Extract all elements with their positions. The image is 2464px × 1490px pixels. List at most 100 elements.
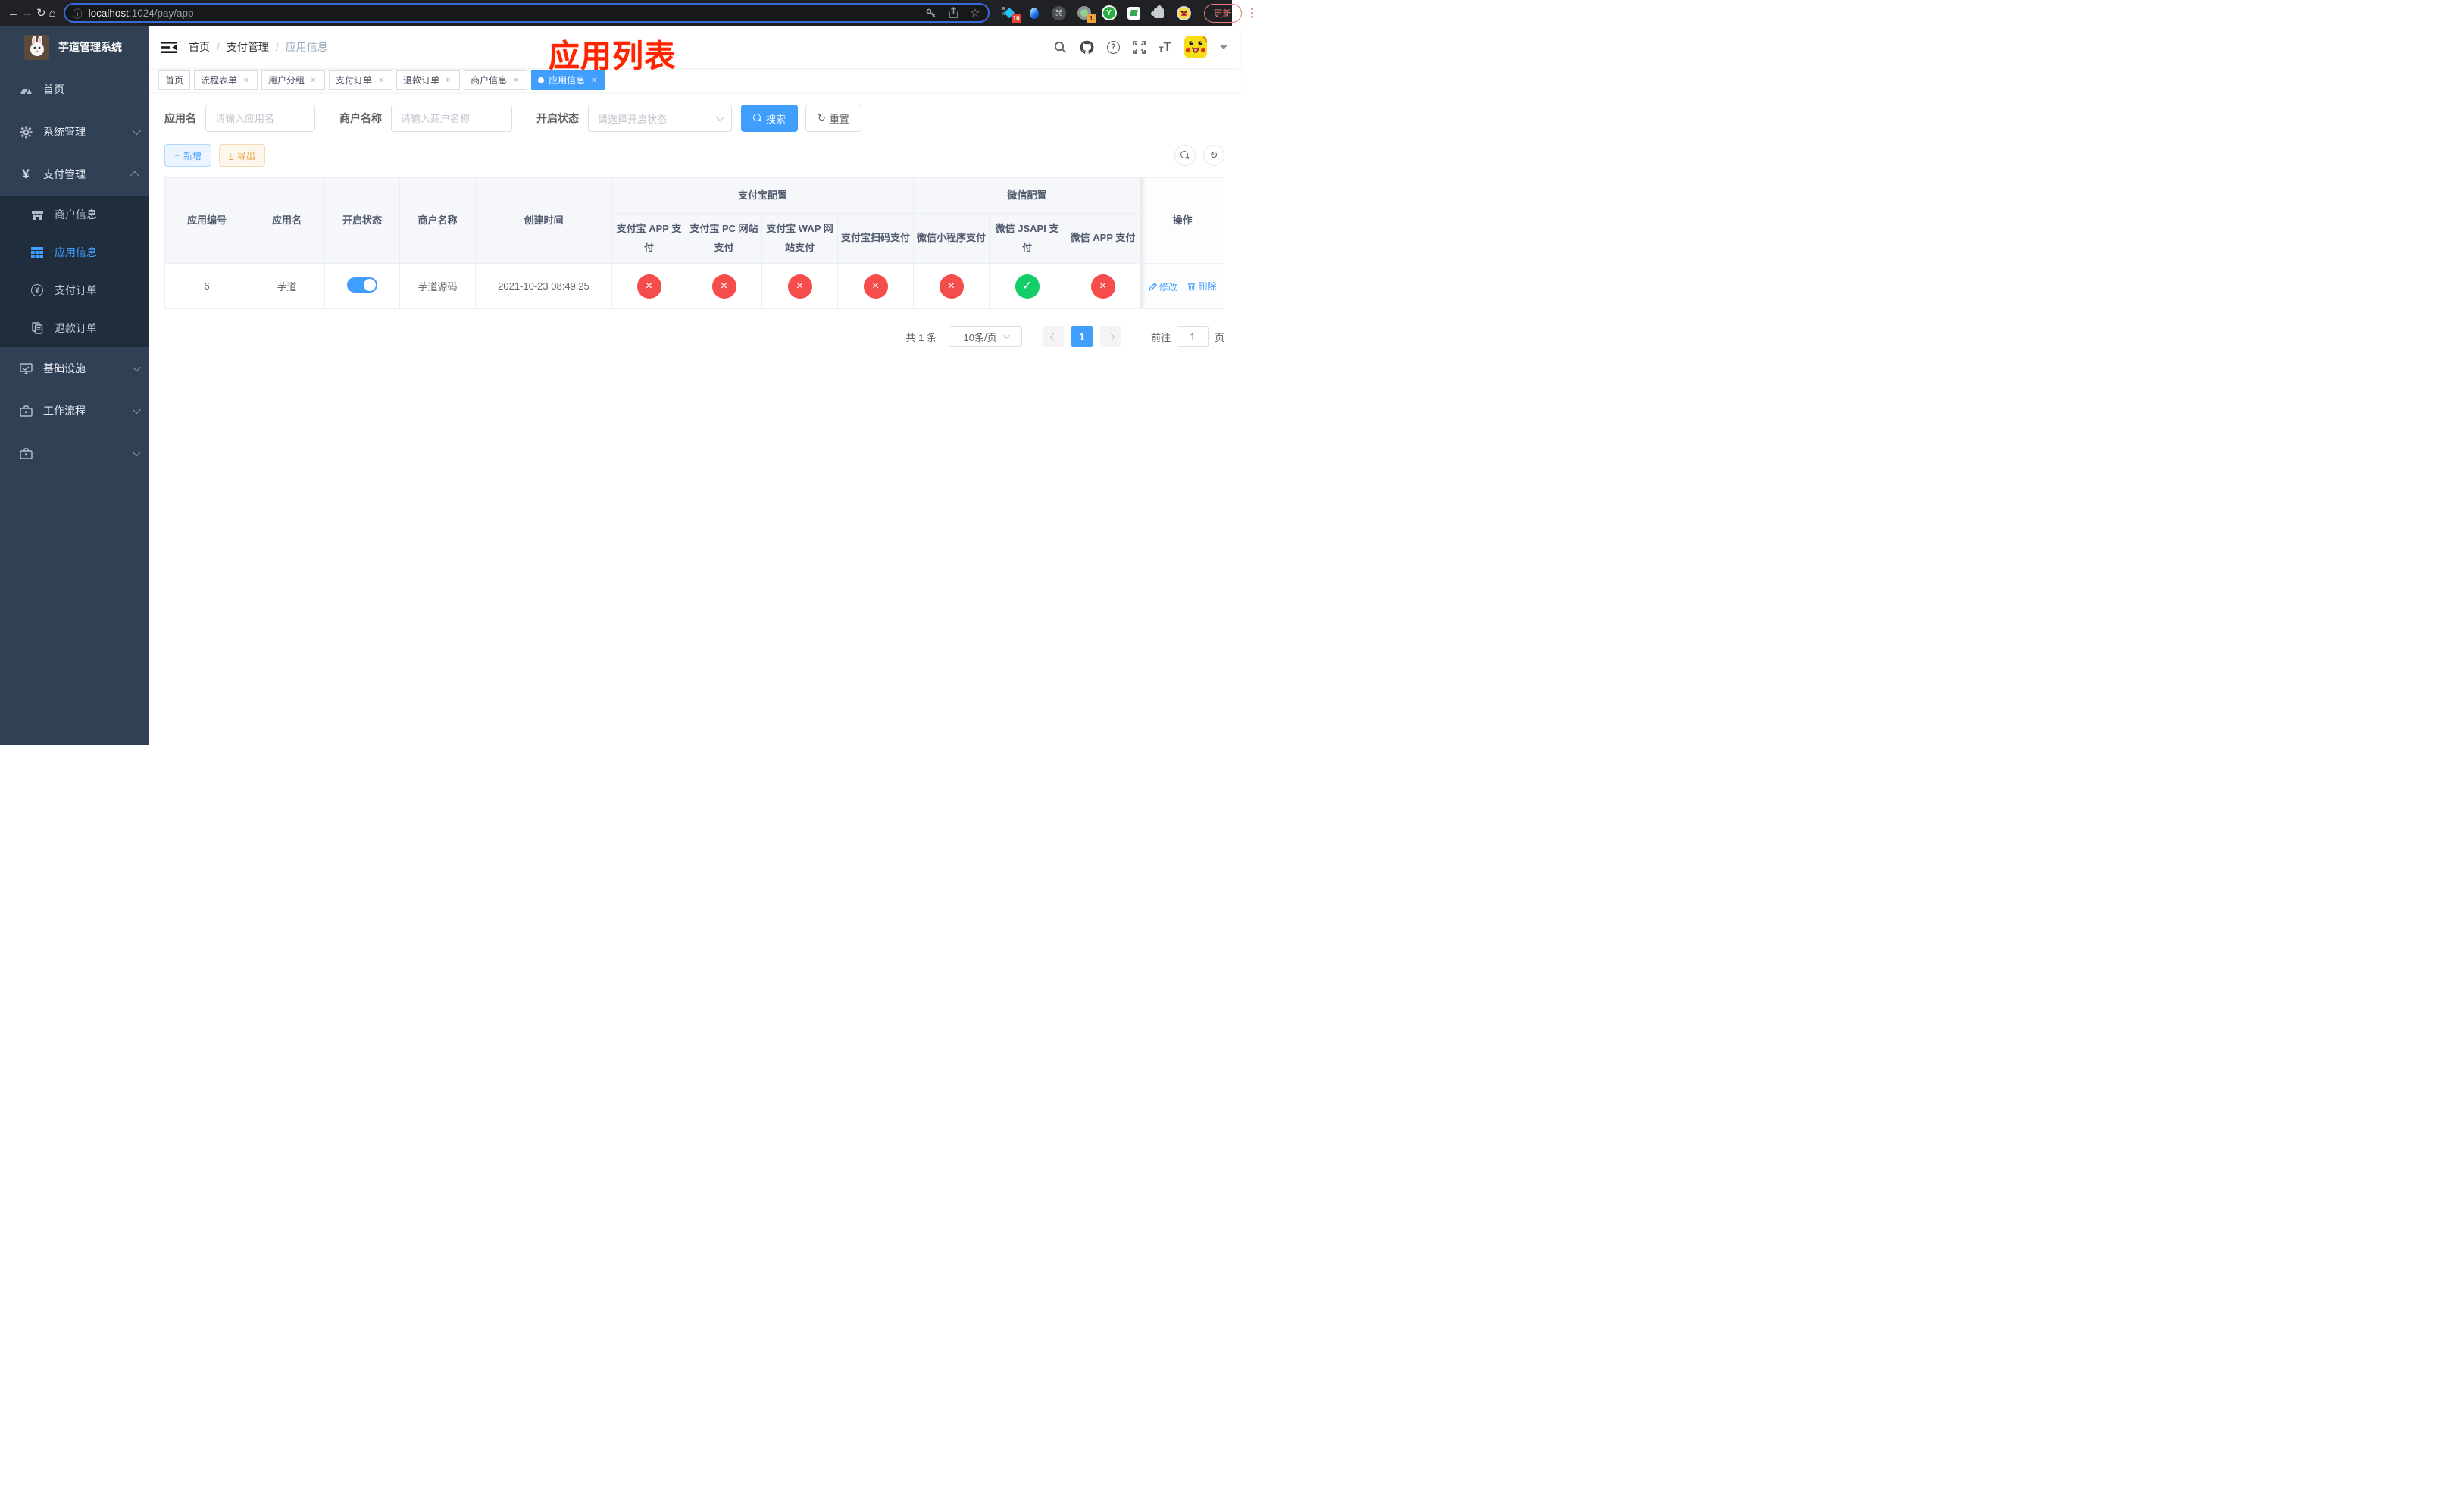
url-text: localhost:1024/pay/app <box>89 8 915 19</box>
show-search-button[interactable] <box>1174 145 1196 166</box>
app-name-input[interactable] <box>205 105 315 132</box>
delete-link[interactable]: 删除 <box>1187 280 1216 293</box>
goto-suffix-label: 页 <box>1215 331 1225 343</box>
sidebar-item-label: 商户信息 <box>55 208 97 221</box>
close-icon[interactable]: × <box>511 75 521 85</box>
browser-update-button[interactable]: 更新 <box>1203 3 1242 23</box>
close-icon[interactable]: × <box>376 75 386 85</box>
goto-prefix-label: 前往 <box>1151 331 1171 343</box>
search-button-label: 搜索 <box>766 113 786 125</box>
chevron-down-icon <box>1002 332 1010 340</box>
edit-link[interactable]: 修改 <box>1148 280 1177 293</box>
sidebar-item-merchant-info[interactable]: 商户信息 <box>0 196 149 233</box>
col-wechat-app: 微信 APP 支付 <box>1065 212 1142 265</box>
status-icon: × <box>1090 274 1115 299</box>
extension-y-icon[interactable]: Y <box>1101 5 1117 20</box>
reload-icon[interactable]: ↻ <box>36 4 46 22</box>
delete-label: 删除 <box>1198 281 1217 293</box>
extension-balloon-icon[interactable] <box>1027 5 1042 20</box>
cell-merchant: 芋道源码 <box>399 263 476 310</box>
extension-diamond-icon[interactable]: 10 <box>1001 5 1021 23</box>
sidebar-item-label: 首页 <box>43 83 64 95</box>
chevron-down-icon <box>715 112 725 122</box>
search-icon <box>1180 151 1190 160</box>
github-icon[interactable] <box>1080 40 1094 54</box>
close-icon[interactable]: × <box>241 75 251 85</box>
extensions-area: 10 ⌘ 1 Y <box>1001 5 1192 23</box>
sidebar-item-label: 支付订单 <box>55 284 97 296</box>
sidebar-item-workflow[interactable] <box>0 432 149 474</box>
add-button[interactable]: + 新增 <box>164 144 212 167</box>
close-icon[interactable]: × <box>589 75 599 85</box>
profile-emoji-icon[interactable] <box>1177 5 1192 20</box>
search-button[interactable]: 搜索 <box>741 105 799 132</box>
table-toolbar: + 新增 ↓ 导出 ↻ <box>164 144 1225 167</box>
tab-process-form[interactable]: 流程表单 × <box>194 70 258 90</box>
tab-payment-orders[interactable]: 支付订单 × <box>329 70 393 90</box>
merchant-name-input[interactable] <box>391 105 512 132</box>
status-select-placeholder: 请选择开启状态 <box>598 113 668 125</box>
download-icon: ↓ <box>229 149 234 161</box>
extensions-puzzle-icon[interactable] <box>1151 5 1167 20</box>
sidebar-item-payment-orders[interactable]: ¥ 支付订单 <box>0 271 149 309</box>
breadcrumb-home[interactable]: 首页 <box>189 39 210 55</box>
page-size-select[interactable]: 10条/页 <box>949 326 1023 348</box>
page-1-button[interactable]: 1 <box>1071 326 1093 348</box>
col-status: 开启状态 <box>324 177 400 265</box>
next-page-button[interactable] <box>1100 326 1122 348</box>
breadcrumb-separator: / <box>217 41 220 53</box>
app-logo[interactable]: 芋道管理系统 <box>0 26 149 68</box>
password-key-icon[interactable] <box>925 7 937 19</box>
col-merchant: 商户名称 <box>399 177 476 265</box>
avatar-caret-icon[interactable] <box>1220 45 1228 53</box>
goto-page-input[interactable] <box>1177 326 1209 348</box>
sidebar-item-infrastructure[interactable]: 基础设施 <box>0 347 149 390</box>
col-wechat-mini: 微信小程序支付 <box>913 212 990 265</box>
col-actions: 操作 <box>1140 177 1225 265</box>
help-icon[interactable]: ? <box>1106 40 1120 54</box>
browser-menu-icon[interactable] <box>1250 8 1253 18</box>
extension-chat-icon[interactable] <box>1127 5 1142 20</box>
bookmark-star-icon[interactable]: ☆ <box>970 6 980 20</box>
refresh-table-button[interactable]: ↻ <box>1203 145 1225 166</box>
cell-alipay-pc: × <box>686 263 762 310</box>
sidebar-item-dev-tools[interactable]: 工作流程 <box>0 390 149 432</box>
tab-user-group[interactable]: 用户分组 × <box>261 70 326 90</box>
sidebar-item-system[interactable]: 系统管理 <box>0 111 149 153</box>
active-dot-icon <box>538 77 545 83</box>
tab-app-info[interactable]: 应用信息 × <box>531 70 606 90</box>
home-icon[interactable]: ⌂ <box>49 4 56 22</box>
tab-merchant-info[interactable]: 商户信息 × <box>464 70 528 90</box>
close-icon[interactable]: × <box>308 75 318 85</box>
address-bar[interactable]: ⓘ localhost:1024/pay/app ☆ <box>63 3 990 23</box>
prev-page-button[interactable] <box>1043 326 1065 348</box>
sidebar-item-payment[interactable]: ¥ 支付管理 <box>0 153 149 196</box>
col-alipay-app: 支付宝 APP 支付 <box>611 212 686 265</box>
app-table: 应用编号 应用名 开启状态 商户名称 创建时间 支付宝配置 微信配置 操作 支付… <box>164 177 1225 310</box>
cell-wechat-app: × <box>1065 263 1142 310</box>
close-icon[interactable]: × <box>443 75 453 85</box>
tab-home[interactable]: 首页 <box>158 70 191 90</box>
site-info-icon[interactable]: ⓘ <box>73 6 83 20</box>
extension-recorder-icon[interactable]: 1 <box>1077 5 1096 23</box>
forward-icon[interactable]: → <box>22 4 33 22</box>
fullscreen-icon[interactable] <box>1133 40 1146 54</box>
sidebar-item-refund-orders[interactable]: 退款订单 <box>0 309 149 347</box>
back-icon[interactable]: ← <box>8 4 19 22</box>
sidebar-item-app-info[interactable]: 应用信息 <box>0 233 149 271</box>
table-row: 6 芋道 芋道源码 2021-10-23 08:49:25 × × × × × … <box>164 263 1225 310</box>
font-size-icon[interactable]: TT <box>1159 39 1171 55</box>
sidebar-toggle-icon[interactable] <box>161 41 177 54</box>
enabled-toggle[interactable] <box>347 277 377 293</box>
tab-refund-orders[interactable]: 退款订单 × <box>396 70 461 90</box>
share-icon[interactable] <box>948 7 959 19</box>
yen-icon: ¥ <box>22 167 30 181</box>
user-avatar[interactable] <box>1184 36 1208 58</box>
extension-command-icon[interactable]: ⌘ <box>1052 5 1067 20</box>
sidebar-item-home[interactable]: 首页 <box>0 68 149 111</box>
status-select[interactable]: 请选择开启状态 <box>588 105 732 132</box>
breadcrumb-payment[interactable]: 支付管理 <box>227 39 269 55</box>
reset-button[interactable]: ↻ 重置 <box>805 105 861 132</box>
search-icon[interactable] <box>1054 41 1067 54</box>
export-button[interactable]: ↓ 导出 <box>219 144 266 167</box>
